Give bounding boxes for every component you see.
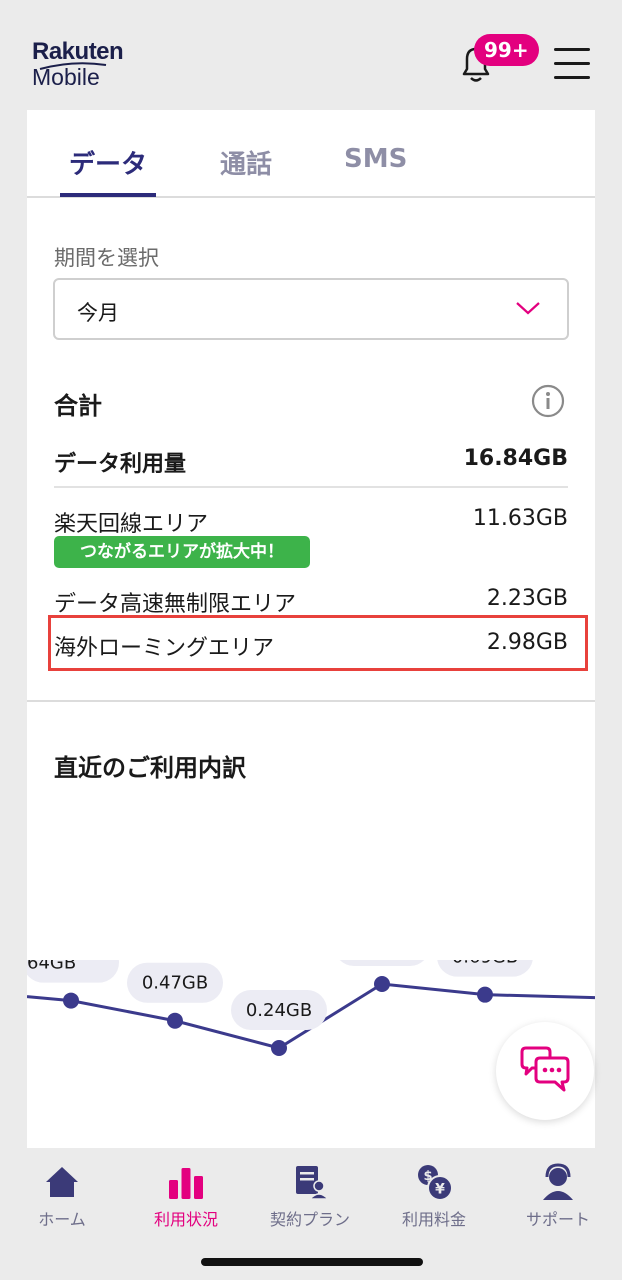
data-label: 0.47GB — [142, 973, 208, 994]
nav-fees[interactable]: $ ¥ 利用料金 — [372, 1162, 496, 1230]
recent-usage-title: 直近のご利用内訳 — [54, 754, 246, 782]
nav-contract-plan[interactable]: 契約プラン — [248, 1162, 372, 1230]
data-point[interactable] — [374, 976, 390, 992]
data-label: 64GB — [27, 960, 76, 974]
data-label: 0.24GB — [246, 1000, 312, 1021]
nav-fees-label: 利用料金 — [401, 1210, 466, 1229]
svg-text:¥: ¥ — [435, 1182, 445, 1198]
info-icon[interactable] — [531, 384, 565, 418]
data-point[interactable] — [477, 986, 493, 1003]
logo-swoosh-icon — [39, 62, 107, 70]
rakuten-area-label: 楽天回線エリア — [54, 512, 209, 537]
rakuten-area-value: 11.63GB — [472, 506, 568, 531]
active-tab-indicator — [60, 193, 156, 197]
logo-text-top: Rakuten — [32, 38, 124, 65]
yen-fee-icon: $ ¥ — [418, 1165, 453, 1201]
tab-sms[interactable]: SMS — [344, 144, 407, 174]
chevron-down-icon — [516, 302, 540, 315]
total-usage-value: 16.84GB — [463, 446, 568, 471]
nav-home[interactable]: ホーム — [0, 1162, 124, 1230]
data-label: 0.69GB — [452, 960, 518, 968]
app-header: Rakuten Mobile 99+ — [0, 0, 622, 110]
nav-usage[interactable]: 利用状況 — [124, 1162, 248, 1230]
usage-bar-chart-icon — [169, 1168, 203, 1199]
data-label-pill — [339, 960, 425, 966]
usage-tabs: データ 通話 SMS — [27, 110, 595, 198]
summary-title: 合計 — [54, 392, 102, 420]
unlimited-area-label: データ高速無制限エリア — [54, 592, 297, 617]
section-divider — [27, 700, 595, 702]
data-point[interactable] — [167, 1012, 183, 1029]
period-select[interactable]: 今月 — [53, 278, 569, 340]
usage-card: データ 通話 SMS 期間を選択 今月 合計 データ利用量 16.84GB 楽天… — [27, 110, 595, 1150]
hamburger-menu-icon[interactable] — [554, 48, 590, 80]
nav-usage-label: 利用状況 — [153, 1210, 218, 1229]
home-indicator — [201, 1258, 423, 1266]
data-point[interactable] — [271, 1040, 287, 1056]
area-expansion-badge[interactable]: つながるエリアが拡大中！ — [54, 536, 310, 568]
roaming-area-value: 2.98GB — [486, 630, 568, 655]
unlimited-area-value: 2.23GB — [486, 586, 568, 611]
contract-plan-icon — [296, 1166, 330, 1200]
notification-badge[interactable]: 99+ — [474, 34, 539, 66]
tab-data[interactable]: データ — [69, 144, 147, 181]
chat-button[interactable] — [496, 1022, 594, 1120]
support-headset-icon — [543, 1163, 573, 1200]
home-icon — [46, 1167, 78, 1197]
total-usage-label: データ利用量 — [54, 452, 187, 477]
rakuten-mobile-logo[interactable]: Rakuten Mobile — [32, 38, 124, 91]
nav-support-label: サポート — [525, 1210, 590, 1229]
period-label: 期間を選択 — [54, 246, 159, 270]
summary-divider — [54, 486, 568, 488]
nav-contract-plan-label: 契約プラン — [269, 1210, 350, 1229]
nav-support[interactable]: サポート — [496, 1162, 620, 1230]
period-select-value: 今月 — [77, 301, 119, 325]
roaming-area-label: 海外ローミングエリア — [54, 636, 275, 661]
data-point[interactable] — [63, 992, 79, 1009]
tab-calls[interactable]: 通話 — [220, 144, 272, 181]
nav-home-label: ホーム — [38, 1210, 86, 1229]
chat-bubbles-icon — [520, 1046, 570, 1092]
